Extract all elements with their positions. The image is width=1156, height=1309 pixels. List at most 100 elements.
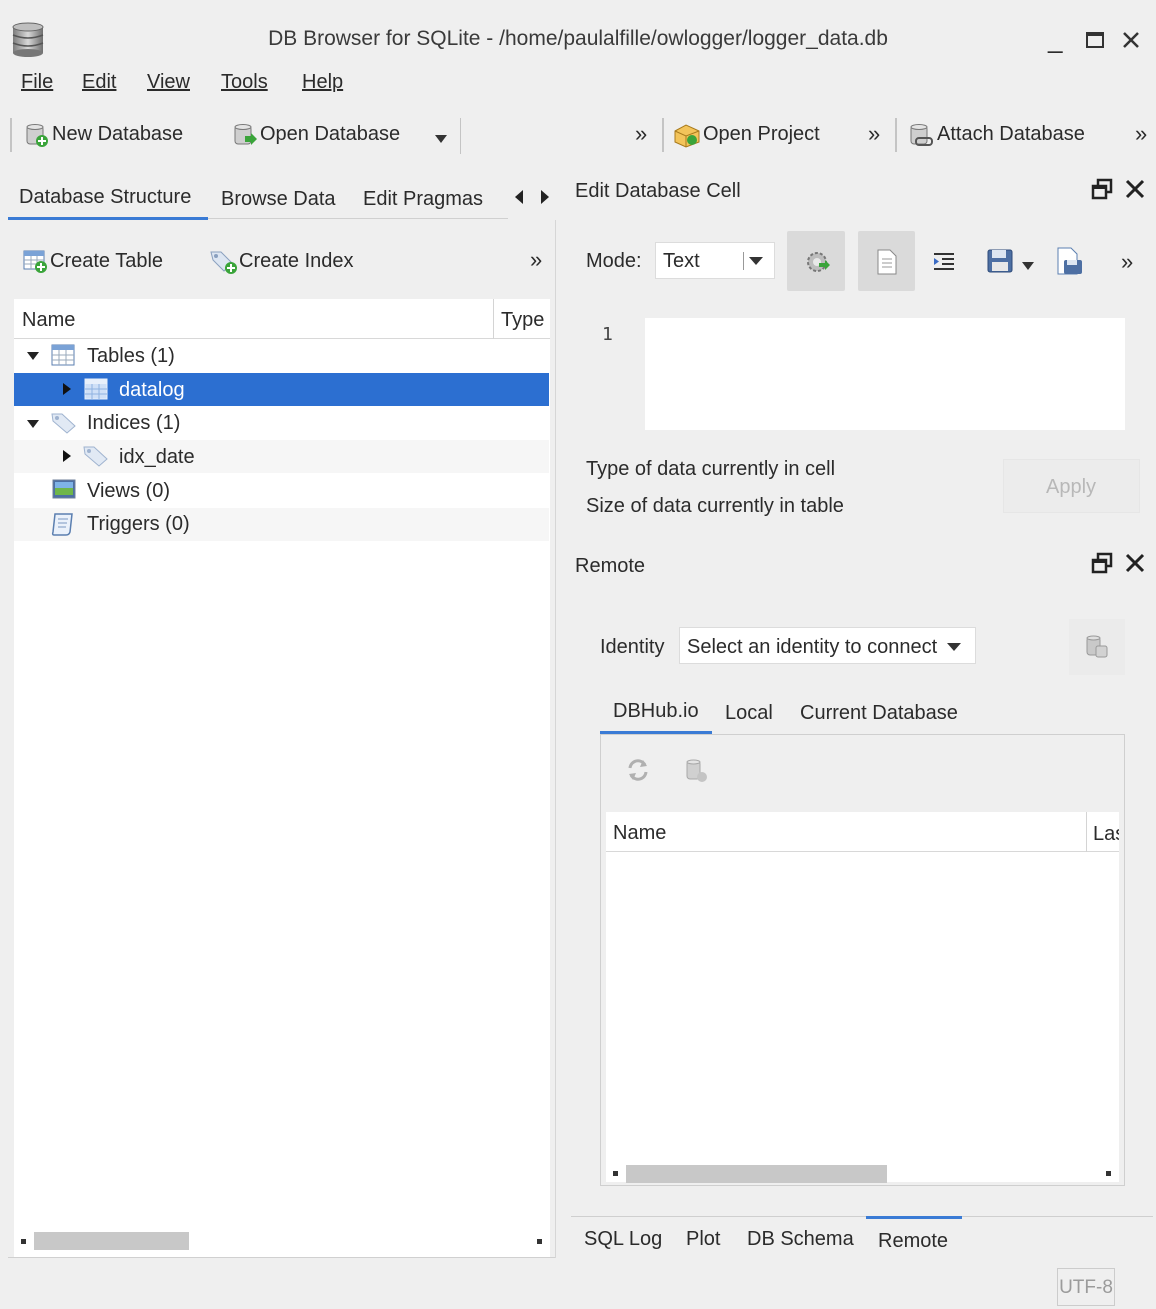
bottom-tab-remote[interactable]: Remote <box>878 1231 948 1251</box>
tab-browse-data[interactable]: Browse Data <box>221 189 336 209</box>
tab-bar-baseline <box>208 218 508 219</box>
window-title: DB Browser for SQLite - /home/paulalfill… <box>268 27 888 50</box>
combo-divider <box>743 252 744 270</box>
scrollbar-thumb[interactable] <box>626 1165 887 1183</box>
document-icon <box>877 249 897 275</box>
identity-select[interactable]: Select an identity to connect <box>679 627 976 664</box>
tree-header-name[interactable]: Name <box>22 310 75 330</box>
left-panel-border <box>8 1257 556 1258</box>
new-database-icon <box>26 124 48 147</box>
scrollbar-thumb[interactable] <box>34 1232 189 1250</box>
bottom-tab-db-schema[interactable]: DB Schema <box>747 1229 854 1249</box>
chevron-down-icon <box>947 643 961 651</box>
identity-label: Identity <box>600 636 665 658</box>
toolbar-grip <box>10 118 12 152</box>
menu-view[interactable]: View <box>147 72 190 92</box>
tree-label-views: Views (0) <box>87 480 170 502</box>
create-table-label: Create Table <box>50 250 164 272</box>
minimize-button[interactable]: _ <box>1048 26 1062 52</box>
cell-editor[interactable] <box>645 318 1125 430</box>
tree-label-indices: Indices (1) <box>87 412 181 434</box>
toolbar-separator <box>662 118 664 152</box>
header-divider <box>1086 812 1087 852</box>
scroll-right-arrow[interactable] <box>537 1239 542 1244</box>
tab-database-structure[interactable]: Database Structure <box>19 187 191 207</box>
title-bar: DB Browser for SQLite - /home/paulalfill… <box>0 0 1156 62</box>
bottom-tab-sql-log[interactable]: SQL Log <box>584 1229 662 1249</box>
expanded-arrow-icon[interactable] <box>26 418 40 430</box>
apply-button[interactable]: Apply <box>1003 459 1140 513</box>
indent-icon[interactable] <box>932 250 956 274</box>
tree-label-tables: Tables (1) <box>87 345 175 367</box>
chevron-down-icon[interactable] <box>1021 261 1035 271</box>
toolbar-overflow-button[interactable]: » <box>635 123 647 145</box>
table-icon <box>51 344 75 366</box>
maximize-button[interactable] <box>1085 31 1105 49</box>
active-tab-indicator <box>866 1216 962 1219</box>
view-icon <box>52 479 76 499</box>
toolbar-overflow-button[interactable]: » <box>868 123 880 145</box>
trigger-scroll-icon <box>51 513 73 536</box>
create-index-label: Create Index <box>239 250 354 272</box>
edit-cell-title: Edit Database Cell <box>575 180 741 202</box>
database-cert-icon <box>1086 635 1108 658</box>
bottom-tab-plot[interactable]: Plot <box>686 1229 720 1249</box>
remote-tab-local[interactable]: Local <box>725 703 773 723</box>
expanded-arrow-icon[interactable] <box>26 350 40 362</box>
bottom-tab-baseline <box>571 1216 1153 1217</box>
active-tab-indicator <box>8 217 208 220</box>
tree-label-idx-date: idx_date <box>119 446 195 468</box>
menu-tools[interactable]: Tools <box>221 72 268 92</box>
close-panel-icon[interactable] <box>1124 178 1146 200</box>
menu-edit[interactable]: Edit <box>82 72 116 92</box>
toolbar-separator <box>460 118 461 154</box>
chevron-down-icon <box>749 257 763 265</box>
apply-button-label: Apply <box>1046 476 1097 498</box>
undock-panel-icon[interactable] <box>1091 178 1113 200</box>
remote-header-name[interactable]: Name <box>613 823 666 843</box>
tree-label-datalog: datalog <box>119 379 185 401</box>
table-icon <box>84 378 108 400</box>
toolbar-overflow-button[interactable]: » <box>1135 123 1147 145</box>
open-database-icon <box>234 124 257 145</box>
refresh-icon[interactable] <box>625 757 651 783</box>
clone-database-icon[interactable] <box>684 758 710 784</box>
close-window-button[interactable] <box>1121 30 1141 50</box>
mode-select[interactable]: Text <box>655 242 775 279</box>
open-project-label: Open Project <box>703 123 820 145</box>
mode-label: Mode: <box>586 250 642 272</box>
attach-database-icon <box>910 124 933 146</box>
line-number: 1 <box>602 324 613 345</box>
open-database-dropdown-icon[interactable] <box>434 134 448 144</box>
structure-toolbar-overflow[interactable]: » <box>530 249 542 271</box>
attach-database-label: Attach Database <box>937 123 1085 145</box>
remote-tab-dbhub[interactable]: DBHub.io <box>613 701 699 721</box>
remote-tab-current-database[interactable]: Current Database <box>800 703 958 723</box>
export-cell-icon[interactable] <box>1055 246 1085 276</box>
scroll-left-arrow[interactable] <box>21 1239 26 1244</box>
undock-panel-icon[interactable] <box>1091 552 1113 574</box>
remote-file-list[interactable] <box>606 812 1119 1182</box>
tree-header-type[interactable]: Type <box>501 310 544 330</box>
open-database-label: Open Database <box>260 123 401 145</box>
identity-select-value: Select an identity to connect <box>687 636 938 658</box>
menu-file[interactable]: File <box>21 72 53 92</box>
collapsed-arrow-icon[interactable] <box>62 382 72 396</box>
edit-cell-toolbar-overflow[interactable]: » <box>1121 251 1133 273</box>
header-divider <box>493 299 494 339</box>
create-index-icon <box>210 251 237 274</box>
menu-help[interactable]: Help <box>302 72 343 92</box>
cell-data-size-info: Size of data currently in table <box>586 495 844 517</box>
tab-scroll-right-icon[interactable] <box>540 189 550 205</box>
scroll-left-arrow[interactable] <box>613 1171 618 1176</box>
open-project-icon <box>674 124 700 148</box>
close-panel-icon[interactable] <box>1124 552 1146 574</box>
tab-scroll-left-icon[interactable] <box>514 189 524 205</box>
index-tag-icon <box>51 413 76 434</box>
tab-edit-pragmas[interactable]: Edit Pragmas <box>363 189 483 209</box>
tree-header <box>14 299 550 339</box>
collapsed-arrow-icon[interactable] <box>62 449 72 463</box>
scroll-right-arrow[interactable] <box>1106 1171 1111 1176</box>
save-cell-icon[interactable] <box>986 247 1016 275</box>
remote-header-last[interactable]: Las <box>1093 823 1119 846</box>
